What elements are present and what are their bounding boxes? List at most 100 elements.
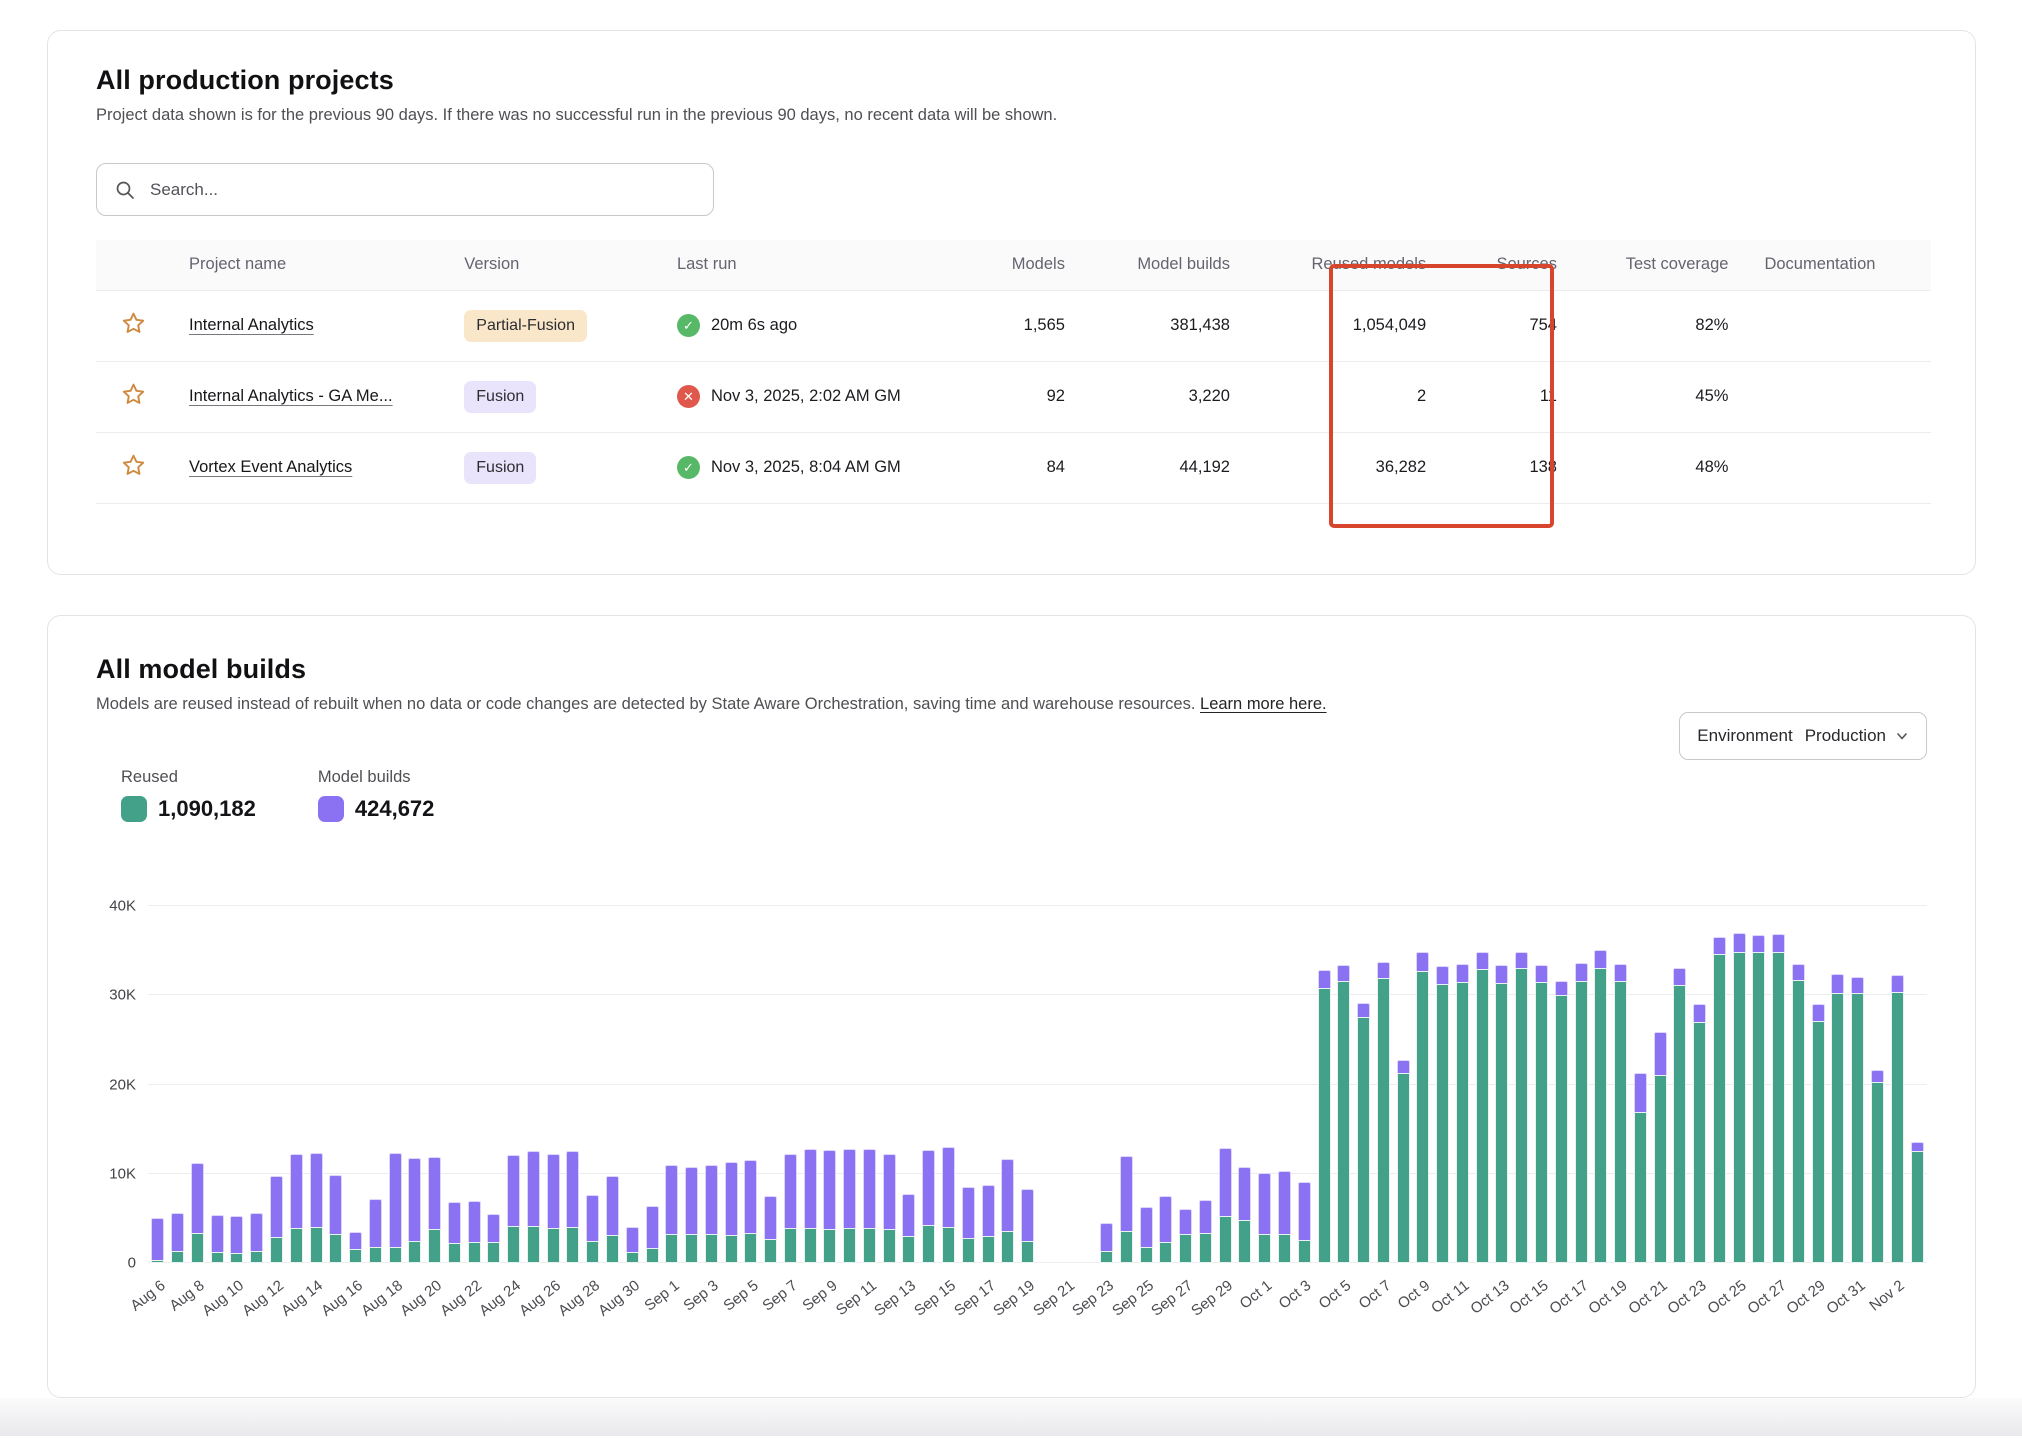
segment-reused: [1436, 984, 1449, 1263]
segment-model-builds: [1515, 952, 1528, 968]
bar-sep-6: [761, 906, 781, 1263]
segment-model-builds: [863, 1149, 876, 1228]
segment-reused: [883, 1229, 896, 1263]
favorite-star-icon[interactable]: [120, 452, 147, 479]
chevron-down-icon: [1895, 729, 1909, 743]
bar-aug-8: [188, 906, 208, 1263]
stacked-bar-chart: 010K20K30K40K: [148, 906, 1927, 1263]
x-axis-tick: Sep 5: [720, 1277, 761, 1315]
x-axis-tick: Sep 9: [799, 1277, 840, 1315]
segment-reused: [1021, 1241, 1034, 1263]
bar-oct-21: [1650, 906, 1670, 1263]
segment-model-builds: [1476, 952, 1489, 968]
segment-model-builds: [369, 1199, 382, 1247]
last-run-text: Nov 3, 2025, 2:02 AM GM: [711, 387, 901, 406]
segment-reused: [982, 1236, 995, 1263]
segment-model-builds: [566, 1151, 579, 1227]
segment-reused: [487, 1242, 500, 1263]
bar-aug-25: [524, 906, 544, 1263]
segment-model-builds: [823, 1150, 836, 1229]
production-projects-card: All production projects Project data sho…: [47, 30, 1976, 575]
segment-model-builds: [1614, 964, 1627, 981]
segment-model-builds: [1159, 1196, 1172, 1242]
x-axis-tick: Sep 25: [1109, 1277, 1157, 1320]
segment-model-builds: [1772, 934, 1785, 953]
bar-oct-11: [1453, 906, 1473, 1263]
segment-reused: [942, 1227, 955, 1263]
segment-reused: [665, 1234, 678, 1264]
bar-sep-4: [721, 906, 741, 1263]
bar-aug-15: [326, 906, 346, 1263]
x-axis-tick: Aug 22: [437, 1277, 485, 1320]
page-bottom-strip: [0, 1398, 2022, 1436]
segment-reused: [1159, 1242, 1172, 1263]
bar-oct-6: [1354, 906, 1374, 1263]
segment-reused: [389, 1247, 402, 1263]
segment-reused: [1851, 993, 1864, 1263]
project-name-link[interactable]: Internal Analytics: [189, 316, 314, 334]
segment-model-builds: [1752, 935, 1765, 953]
segment-model-builds: [191, 1163, 204, 1233]
x-axis-tick: Aug 12: [239, 1277, 287, 1320]
project-name-link[interactable]: Vortex Event Analytics: [189, 458, 352, 476]
segment-reused: [1594, 968, 1607, 1263]
segment-reused: [270, 1237, 283, 1263]
column-header-test-coverage: Test coverage: [1575, 240, 1746, 290]
segment-model-builds: [270, 1176, 283, 1238]
segment-reused: [1416, 971, 1429, 1263]
segment-model-builds: [1337, 965, 1350, 981]
bar-oct-28: [1789, 906, 1809, 1263]
segment-reused: [230, 1253, 243, 1263]
segment-reused: [1871, 1082, 1884, 1263]
bar-sep-26: [1156, 906, 1176, 1263]
projects-card-subtitle: Project data shown is for the previous 9…: [96, 106, 1927, 125]
favorite-star-icon[interactable]: [120, 381, 147, 408]
segment-model-builds: [1634, 1073, 1647, 1112]
x-axis-tick: Sep 3: [680, 1277, 721, 1315]
bar-sep-25: [1136, 906, 1156, 1263]
favorite-star-icon[interactable]: [120, 310, 147, 337]
bar-aug-18: [385, 906, 405, 1263]
bar-oct-16: [1551, 906, 1571, 1263]
segment-model-builds: [1298, 1182, 1311, 1240]
search-input[interactable]: [148, 179, 695, 201]
segment-reused: [1891, 992, 1904, 1263]
x-axis-tick: Oct 19: [1586, 1277, 1631, 1318]
projects-card-title: All production projects: [96, 65, 1927, 96]
segment-reused: [863, 1228, 876, 1263]
bar-aug-19: [405, 906, 425, 1263]
bar-oct-7: [1373, 906, 1393, 1263]
x-axis-tick: Aug 6: [127, 1277, 168, 1315]
segment-model-builds: [389, 1153, 402, 1247]
segment-model-builds: [1911, 1142, 1924, 1152]
segment-reused: [1614, 981, 1627, 1263]
x-axis-tick: Oct 17: [1546, 1277, 1591, 1318]
x-axis-tick: Aug 16: [318, 1277, 366, 1320]
segment-reused: [1219, 1216, 1232, 1263]
column-header-version: Version: [446, 240, 659, 290]
version-badge: Partial-Fusion: [464, 310, 587, 342]
run-success-icon: ✓: [677, 456, 700, 479]
environment-select-label: Environment: [1697, 726, 1792, 746]
x-axis-tick: Sep 29: [1188, 1277, 1236, 1320]
segment-model-builds: [902, 1194, 915, 1236]
bar-sep-19: [1018, 906, 1038, 1263]
bar-oct-22: [1670, 906, 1690, 1263]
segment-reused: [1318, 988, 1331, 1263]
y-axis-tick: 0: [86, 1255, 136, 1272]
segment-model-builds: [211, 1215, 224, 1253]
x-axis-tick: Oct 31: [1823, 1277, 1868, 1318]
segment-reused: [784, 1228, 797, 1263]
segment-reused: [1199, 1233, 1212, 1263]
legend-reused-label: Reused: [121, 768, 256, 787]
table-row: Internal AnalyticsPartial-Fusion✓20m 6s …: [96, 290, 1931, 361]
segment-reused: [349, 1249, 362, 1263]
x-axis-tick: Aug 10: [199, 1277, 247, 1320]
segment-model-builds: [1555, 981, 1568, 995]
segment-model-builds: [843, 1149, 856, 1228]
segment-reused: [211, 1252, 224, 1263]
table-row: Vortex Event AnalyticsFusion✓Nov 3, 2025…: [96, 432, 1931, 503]
project-name-link[interactable]: Internal Analytics - GA Me...: [189, 387, 393, 405]
learn-more-link[interactable]: Learn more here.: [1200, 695, 1327, 713]
environment-select[interactable]: Environment Production: [1679, 712, 1927, 760]
